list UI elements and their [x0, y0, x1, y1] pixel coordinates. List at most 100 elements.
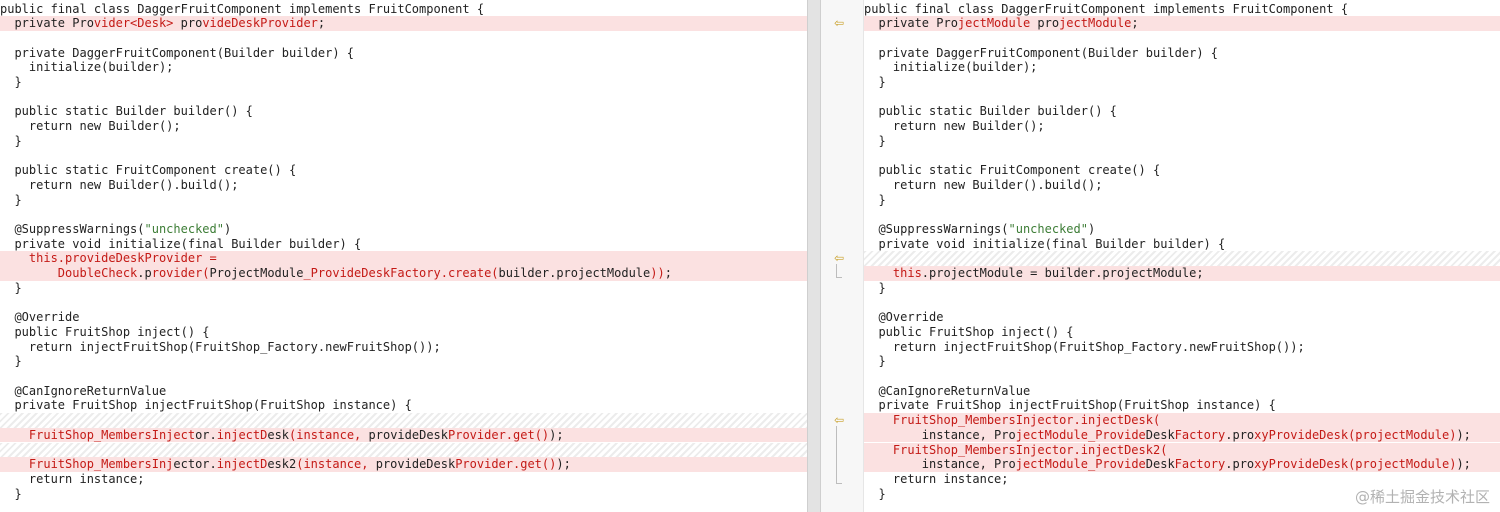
code-line[interactable]: }: [0, 281, 807, 296]
code-token: }: [864, 133, 886, 148]
code-line[interactable]: return new Builder().build();: [864, 178, 1500, 193]
code-line[interactable]: }: [0, 134, 807, 149]
code-token: ): [1087, 222, 1096, 236]
code-token: }: [0, 280, 22, 295]
left-code-pane[interactable]: public final class DaggerFruitComponent …: [0, 0, 807, 512]
code-line[interactable]: [864, 90, 1500, 105]
code-line[interactable]: }: [864, 281, 1500, 296]
code-line[interactable]: [0, 207, 807, 222]
code-line[interactable]: private FruitShop injectFruitShop(FruitS…: [864, 398, 1500, 413]
right-code-pane[interactable]: public final class DaggerFruitComponent …: [864, 0, 1500, 512]
code-token: ;: [1131, 16, 1139, 31]
code-line[interactable]: public FruitShop inject() {: [864, 325, 1500, 340]
pane-splitter[interactable]: [807, 0, 821, 512]
code-line[interactable]: }: [0, 487, 807, 502]
code-line[interactable]: public static Builder builder() {: [864, 104, 1500, 119]
diff-range-bracket: [836, 264, 842, 279]
code-line[interactable]: public FruitShop inject() {: [0, 325, 807, 340]
code-token: public static Builder builder() {: [0, 104, 253, 119]
changed-code-line[interactable]: this.provideDeskProvider =: [0, 251, 807, 267]
merge-arrow-icon[interactable]: ⇦: [834, 414, 848, 426]
code-token: return injectFruitShop(FruitShop_Factory…: [864, 339, 1305, 354]
code-line[interactable]: }: [864, 193, 1500, 208]
code-token: ProjectModule: [209, 266, 304, 281]
watermark-text: @稀土掘金技术社区: [1354, 488, 1490, 506]
code-line[interactable]: return new Builder();: [864, 119, 1500, 134]
code-line[interactable]: [0, 90, 807, 105]
code-token: );: [1456, 457, 1471, 472]
code-line[interactable]: private void initialize(final Builder bu…: [864, 237, 1500, 252]
code-line[interactable]: public static FruitComponent create() {: [0, 163, 807, 178]
code-line[interactable]: @CanIgnoreReturnValue: [864, 384, 1500, 399]
code-line[interactable]: return new Builder().build();: [0, 178, 807, 193]
code-token: this.provideDeskProvider =: [0, 251, 217, 266]
code-token: .pro: [1225, 457, 1255, 472]
code-line[interactable]: public static FruitComponent create() {: [864, 163, 1500, 178]
changed-code-line[interactable]: private ProjectModule projectModule;: [864, 16, 1500, 31]
code-token: }: [864, 75, 886, 89]
code-line[interactable]: return new Builder();: [0, 119, 807, 134]
changed-code-line[interactable]: FruitShop_MembersInjector.injectDesk2(: [864, 442, 1500, 458]
code-token: private void initialize(final Builder bu…: [0, 236, 362, 251]
changed-code-line[interactable]: FruitShop_MembersInjector.injectDesk(: [864, 413, 1500, 428]
code-token: videDeskProvider: [202, 16, 318, 31]
code-line[interactable]: @Override: [0, 310, 807, 325]
code-line[interactable]: @SuppressWarnings("unchecked"): [864, 222, 1500, 237]
changed-code-line[interactable]: this.projectModule = builder.projectModu…: [864, 266, 1500, 281]
code-token: .pro: [1225, 427, 1255, 442]
code-line[interactable]: public final class DaggerFruitComponent …: [0, 2, 807, 17]
code-line[interactable]: }: [0, 193, 807, 208]
changed-code-line[interactable]: FruitShop_MembersInjector.injectDesk(ins…: [0, 427, 807, 443]
code-line[interactable]: [0, 149, 807, 164]
changed-code-line[interactable]: instance, ProjectModule_ProvideDeskFacto…: [864, 457, 1500, 472]
code-token: Provider.get(): [455, 457, 557, 472]
code-line[interactable]: [864, 296, 1500, 311]
code-line[interactable]: [864, 369, 1500, 384]
code-token: )): [650, 266, 665, 281]
code-line[interactable]: [864, 31, 1500, 46]
code-token: @CanIgnoreReturnValue: [0, 383, 167, 398]
code-line[interactable]: [0, 369, 807, 384]
code-line[interactable]: return instance;: [0, 472, 807, 487]
code-line[interactable]: @CanIgnoreReturnValue: [0, 384, 807, 399]
code-line[interactable]: public final class DaggerFruitComponent …: [864, 2, 1500, 17]
merge-arrow-icon[interactable]: ⇦: [834, 17, 848, 29]
code-token: @Override: [0, 310, 80, 325]
code-line[interactable]: public static Builder builder() {: [0, 104, 807, 119]
changed-code-line[interactable]: private Provider<Desk> provideDeskProvid…: [0, 16, 807, 31]
code-line[interactable]: }: [0, 354, 807, 369]
code-line[interactable]: initialize(builder);: [864, 60, 1500, 75]
code-line[interactable]: [864, 207, 1500, 222]
code-line[interactable]: private DaggerFruitComponent(Builder bui…: [0, 46, 807, 61]
changed-code-line[interactable]: FruitShop_MembersInjector.injectDesk2(in…: [0, 457, 807, 472]
changed-code-line[interactable]: instance, ProjectModule_ProvideDeskFacto…: [864, 427, 1500, 443]
code-line[interactable]: return instance;: [864, 472, 1500, 487]
code-token: xyProvideDesk(projectModule): [1254, 457, 1457, 472]
code-line[interactable]: return injectFruitShop(FruitShop_Factory…: [864, 340, 1500, 355]
code-token: return instance;: [864, 471, 1009, 486]
code-line[interactable]: }: [864, 75, 1500, 90]
code-token: public final class DaggerFruitComponent …: [0, 1, 485, 16]
code-line[interactable]: }: [864, 134, 1500, 149]
code-line[interactable]: [0, 296, 807, 311]
code-line[interactable]: }: [864, 354, 1500, 369]
code-line[interactable]: return injectFruitShop(FruitShop_Factory…: [0, 340, 807, 355]
code-line[interactable]: @SuppressWarnings("unchecked"): [0, 222, 807, 237]
code-line[interactable]: [864, 149, 1500, 164]
code-line[interactable]: private DaggerFruitComponent(Builder bui…: [864, 46, 1500, 61]
code-line[interactable]: @Override: [864, 310, 1500, 325]
code-line[interactable]: private FruitShop injectFruitShop(FruitS…: [0, 398, 807, 413]
code-token: esk: [267, 427, 290, 442]
code-token: }: [0, 354, 22, 369]
code-line[interactable]: [0, 31, 807, 46]
code-token: @SuppressWarnings(: [0, 222, 145, 236]
code-line[interactable]: }: [0, 75, 807, 90]
code-token: FruitShop_MembersInj: [0, 457, 174, 472]
changed-code-line[interactable]: DoubleCheck.provider(ProjectModule_Provi…: [0, 266, 807, 281]
code-token: provideDesk: [375, 457, 456, 472]
code-line[interactable]: initialize(builder);: [0, 60, 807, 75]
code-line[interactable]: private void initialize(final Builder bu…: [0, 237, 807, 252]
code-token: return injectFruitShop(FruitShop_Factory…: [0, 339, 441, 354]
code-token: private DaggerFruitComponent(Builder bui…: [0, 45, 355, 60]
merge-arrow-icon[interactable]: ⇦: [834, 252, 848, 264]
